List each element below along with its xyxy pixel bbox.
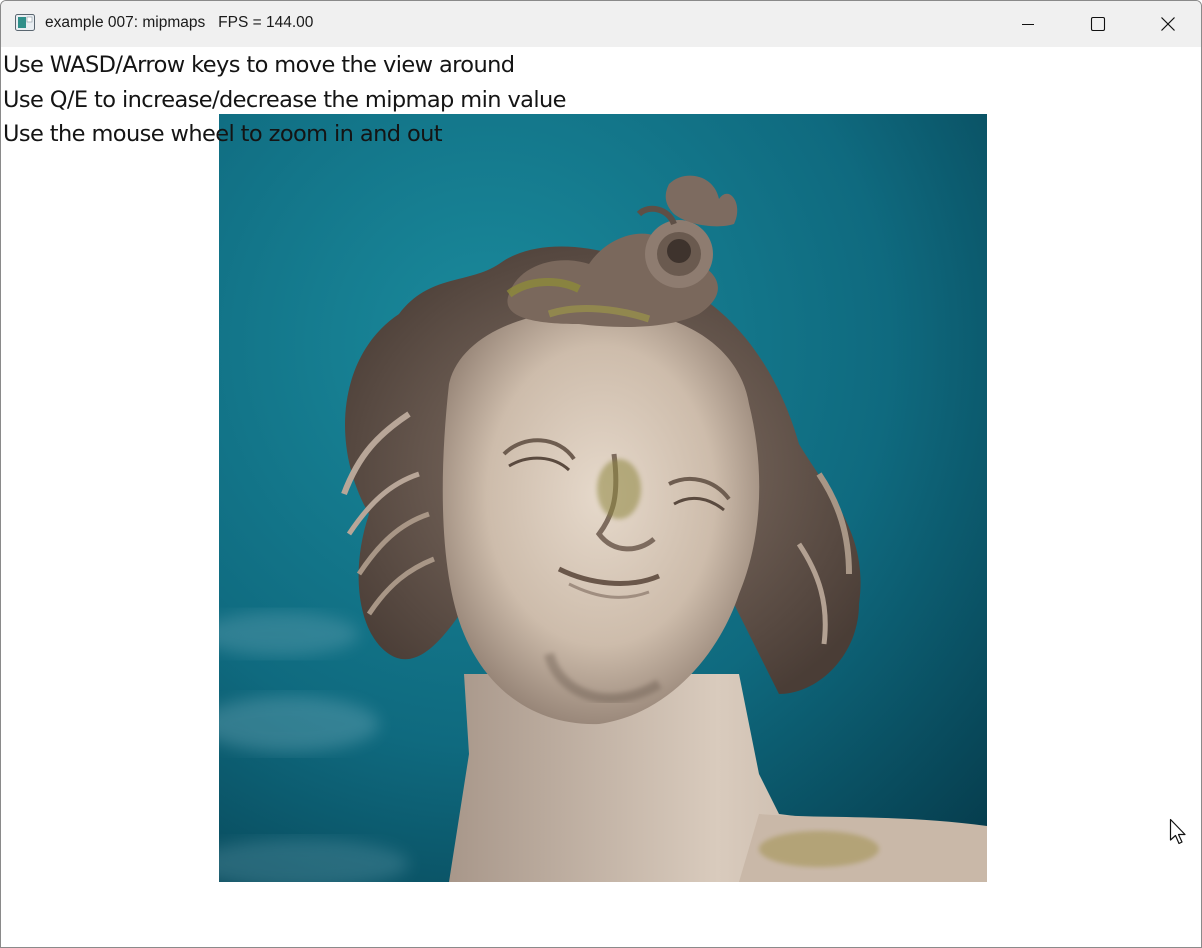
maximize-icon [1090, 16, 1106, 32]
app-window-icon [15, 14, 35, 31]
close-button[interactable] [1133, 1, 1201, 47]
minimize-button[interactable] [993, 1, 1063, 47]
window-title: example 007: mipmaps FPS = 144.00 [45, 14, 313, 32]
instruction-move: Use WASD/Arrow keys to move the view aro… [3, 52, 515, 78]
mouse-pointer-icon [1169, 818, 1186, 845]
close-icon [1161, 17, 1175, 31]
title-bar[interactable]: example 007: mipmaps FPS = 144.00 [1, 1, 1201, 47]
mipmapped-texture-quad [219, 114, 987, 882]
maximize-button[interactable] [1063, 1, 1133, 47]
window-title-name: example 007: mipmaps [45, 14, 206, 31]
minimize-icon [1022, 23, 1034, 26]
instruction-mipmap: Use Q/E to increase/decrease the mipmap … [3, 87, 567, 113]
fps-counter: FPS = 144.00 [218, 14, 314, 31]
app-window: example 007: mipmaps FPS = 144.00 Use WA… [0, 0, 1202, 948]
statue-image [219, 114, 987, 882]
instruction-zoom: Use the mouse wheel to zoom in and out [3, 121, 443, 147]
render-viewport[interactable]: Use WASD/Arrow keys to move the view aro… [1, 47, 1201, 947]
